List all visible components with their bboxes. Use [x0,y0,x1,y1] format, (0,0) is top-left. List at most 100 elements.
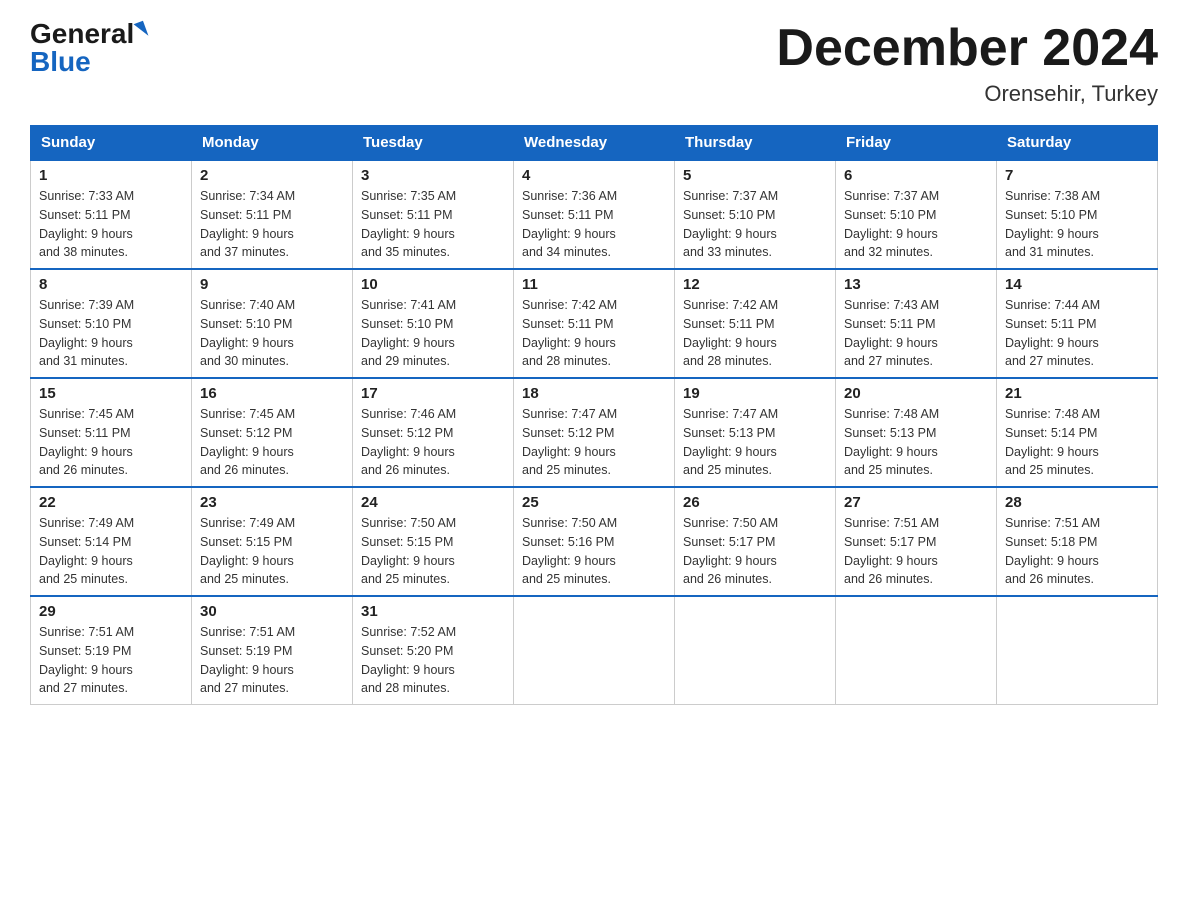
day-info: Sunrise: 7:51 AMSunset: 5:19 PMDaylight:… [39,623,183,698]
day-info: Sunrise: 7:50 AMSunset: 5:16 PMDaylight:… [522,514,666,589]
day-info: Sunrise: 7:45 AMSunset: 5:11 PMDaylight:… [39,405,183,480]
table-row: 2 Sunrise: 7:34 AMSunset: 5:11 PMDayligh… [192,160,353,269]
logo-blue-text: Blue [30,48,91,76]
day-number: 19 [683,385,827,402]
day-info: Sunrise: 7:52 AMSunset: 5:20 PMDaylight:… [361,623,505,698]
col-thursday: Thursday [675,126,836,161]
day-info: Sunrise: 7:42 AMSunset: 5:11 PMDaylight:… [522,296,666,371]
day-info: Sunrise: 7:49 AMSunset: 5:14 PMDaylight:… [39,514,183,589]
day-number: 27 [844,494,988,511]
table-row: 4 Sunrise: 7:36 AMSunset: 5:11 PMDayligh… [514,160,675,269]
day-number: 30 [200,603,344,620]
week-row-2: 8 Sunrise: 7:39 AMSunset: 5:10 PMDayligh… [31,269,1158,378]
table-row [997,596,1158,705]
day-info: Sunrise: 7:33 AMSunset: 5:11 PMDaylight:… [39,187,183,262]
week-row-4: 22 Sunrise: 7:49 AMSunset: 5:14 PMDaylig… [31,487,1158,596]
day-number: 15 [39,385,183,402]
day-info: Sunrise: 7:36 AMSunset: 5:11 PMDaylight:… [522,187,666,262]
day-number: 24 [361,494,505,511]
day-info: Sunrise: 7:50 AMSunset: 5:17 PMDaylight:… [683,514,827,589]
day-number: 4 [522,167,666,184]
table-row: 8 Sunrise: 7:39 AMSunset: 5:10 PMDayligh… [31,269,192,378]
col-monday: Monday [192,126,353,161]
table-row: 28 Sunrise: 7:51 AMSunset: 5:18 PMDaylig… [997,487,1158,596]
table-row: 30 Sunrise: 7:51 AMSunset: 5:19 PMDaylig… [192,596,353,705]
day-info: Sunrise: 7:37 AMSunset: 5:10 PMDaylight:… [683,187,827,262]
day-number: 8 [39,276,183,293]
table-row: 14 Sunrise: 7:44 AMSunset: 5:11 PMDaylig… [997,269,1158,378]
day-info: Sunrise: 7:49 AMSunset: 5:15 PMDaylight:… [200,514,344,589]
day-info: Sunrise: 7:37 AMSunset: 5:10 PMDaylight:… [844,187,988,262]
logo: General Blue [30,20,146,76]
day-info: Sunrise: 7:46 AMSunset: 5:12 PMDaylight:… [361,405,505,480]
table-row: 9 Sunrise: 7:40 AMSunset: 5:10 PMDayligh… [192,269,353,378]
day-info: Sunrise: 7:44 AMSunset: 5:11 PMDaylight:… [1005,296,1149,371]
table-row: 6 Sunrise: 7:37 AMSunset: 5:10 PMDayligh… [836,160,997,269]
day-info: Sunrise: 7:47 AMSunset: 5:13 PMDaylight:… [683,405,827,480]
table-row: 25 Sunrise: 7:50 AMSunset: 5:16 PMDaylig… [514,487,675,596]
day-info: Sunrise: 7:51 AMSunset: 5:18 PMDaylight:… [1005,514,1149,589]
day-info: Sunrise: 7:39 AMSunset: 5:10 PMDaylight:… [39,296,183,371]
week-row-1: 1 Sunrise: 7:33 AMSunset: 5:11 PMDayligh… [31,160,1158,269]
day-number: 20 [844,385,988,402]
table-row: 7 Sunrise: 7:38 AMSunset: 5:10 PMDayligh… [997,160,1158,269]
day-number: 13 [844,276,988,293]
col-saturday: Saturday [997,126,1158,161]
col-wednesday: Wednesday [514,126,675,161]
day-number: 26 [683,494,827,511]
table-row: 17 Sunrise: 7:46 AMSunset: 5:12 PMDaylig… [353,378,514,487]
table-row: 27 Sunrise: 7:51 AMSunset: 5:17 PMDaylig… [836,487,997,596]
col-sunday: Sunday [31,126,192,161]
logo-general-text: General [30,20,134,48]
table-row: 20 Sunrise: 7:48 AMSunset: 5:13 PMDaylig… [836,378,997,487]
day-info: Sunrise: 7:45 AMSunset: 5:12 PMDaylight:… [200,405,344,480]
day-info: Sunrise: 7:41 AMSunset: 5:10 PMDaylight:… [361,296,505,371]
day-number: 2 [200,167,344,184]
logo-triangle-icon [134,21,149,39]
col-tuesday: Tuesday [353,126,514,161]
day-number: 23 [200,494,344,511]
day-number: 18 [522,385,666,402]
day-number: 14 [1005,276,1149,293]
table-row: 18 Sunrise: 7:47 AMSunset: 5:12 PMDaylig… [514,378,675,487]
day-number: 25 [522,494,666,511]
day-number: 21 [1005,385,1149,402]
table-row: 1 Sunrise: 7:33 AMSunset: 5:11 PMDayligh… [31,160,192,269]
day-number: 9 [200,276,344,293]
day-number: 3 [361,167,505,184]
day-number: 28 [1005,494,1149,511]
day-info: Sunrise: 7:42 AMSunset: 5:11 PMDaylight:… [683,296,827,371]
day-number: 31 [361,603,505,620]
table-row: 15 Sunrise: 7:45 AMSunset: 5:11 PMDaylig… [31,378,192,487]
day-number: 11 [522,276,666,293]
day-number: 7 [1005,167,1149,184]
table-row: 11 Sunrise: 7:42 AMSunset: 5:11 PMDaylig… [514,269,675,378]
page-header: General Blue December 2024 Orensehir, Tu… [30,20,1158,107]
day-number: 1 [39,167,183,184]
title-block: December 2024 Orensehir, Turkey [776,20,1158,107]
day-info: Sunrise: 7:47 AMSunset: 5:12 PMDaylight:… [522,405,666,480]
table-row: 24 Sunrise: 7:50 AMSunset: 5:15 PMDaylig… [353,487,514,596]
table-row [836,596,997,705]
table-row: 5 Sunrise: 7:37 AMSunset: 5:10 PMDayligh… [675,160,836,269]
day-info: Sunrise: 7:40 AMSunset: 5:10 PMDaylight:… [200,296,344,371]
day-info: Sunrise: 7:51 AMSunset: 5:19 PMDaylight:… [200,623,344,698]
table-row: 23 Sunrise: 7:49 AMSunset: 5:15 PMDaylig… [192,487,353,596]
table-row: 29 Sunrise: 7:51 AMSunset: 5:19 PMDaylig… [31,596,192,705]
table-row: 21 Sunrise: 7:48 AMSunset: 5:14 PMDaylig… [997,378,1158,487]
table-row: 31 Sunrise: 7:52 AMSunset: 5:20 PMDaylig… [353,596,514,705]
day-info: Sunrise: 7:50 AMSunset: 5:15 PMDaylight:… [361,514,505,589]
table-row: 10 Sunrise: 7:41 AMSunset: 5:10 PMDaylig… [353,269,514,378]
day-info: Sunrise: 7:34 AMSunset: 5:11 PMDaylight:… [200,187,344,262]
week-row-3: 15 Sunrise: 7:45 AMSunset: 5:11 PMDaylig… [31,378,1158,487]
day-info: Sunrise: 7:35 AMSunset: 5:11 PMDaylight:… [361,187,505,262]
col-friday: Friday [836,126,997,161]
day-number: 17 [361,385,505,402]
day-number: 16 [200,385,344,402]
calendar-subtitle: Orensehir, Turkey [776,81,1158,107]
day-number: 6 [844,167,988,184]
table-row: 19 Sunrise: 7:47 AMSunset: 5:13 PMDaylig… [675,378,836,487]
header-row: Sunday Monday Tuesday Wednesday Thursday… [31,126,1158,161]
day-info: Sunrise: 7:38 AMSunset: 5:10 PMDaylight:… [1005,187,1149,262]
table-row [675,596,836,705]
